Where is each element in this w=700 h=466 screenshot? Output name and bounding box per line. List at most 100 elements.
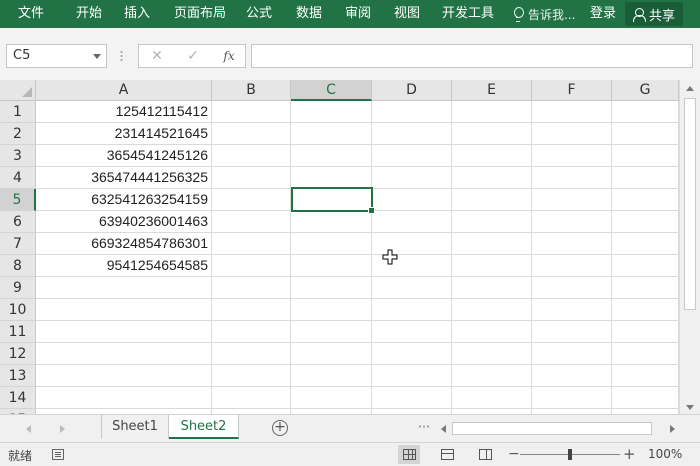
row-header-9[interactable]: 9 [0,277,36,299]
cell-g1[interactable] [612,101,679,123]
column-header-e[interactable]: E [452,80,532,101]
cell-a6[interactable]: 63940236001463 [36,211,212,233]
cell-e11[interactable] [452,321,532,343]
scroll-down-icon[interactable] [686,405,694,410]
tab-data[interactable]: 数据 [296,0,322,28]
zoom-out-button[interactable]: − [508,446,520,462]
cell-b9[interactable] [212,277,291,299]
cell-c9[interactable] [291,277,372,299]
cell-e12[interactable] [452,343,532,365]
cell-d14[interactable] [372,387,452,409]
cell-a3[interactable]: 3654541245126 [36,145,212,167]
cell-g6[interactable] [612,211,679,233]
tab-home[interactable]: 开始 [76,0,102,28]
cell-f14[interactable] [532,387,612,409]
cell-f13[interactable] [532,365,612,387]
cell-e3[interactable] [452,145,532,167]
page-layout-view-button[interactable] [436,445,458,464]
row-header-13[interactable]: 13 [0,365,36,387]
select-all-corner[interactable] [0,80,36,101]
cell-d2[interactable] [372,123,452,145]
spreadsheet-grid[interactable]: A B C D E F G 1 2 3 4 5 6 7 8 9 10 11 12… [0,80,700,414]
sign-in-link[interactable]: 登录 [590,0,616,28]
tell-me-search[interactable]: 告诉我... [512,0,575,28]
zoom-in-button[interactable]: + [623,445,636,463]
next-sheet-icon[interactable] [60,425,65,433]
cell-a1[interactable]: 125412115412 [36,101,212,123]
cell-e2[interactable] [452,123,532,145]
row-header-12[interactable]: 12 [0,343,36,365]
row-header-3[interactable]: 3 [0,145,36,167]
cell-a4[interactable]: 365474441256325 [36,167,212,189]
sheet-tab-sheet2[interactable]: Sheet2 [169,415,239,439]
cell-a10[interactable] [36,299,212,321]
sheet-tab-sheet1[interactable]: Sheet1 [101,415,169,439]
cell-d9[interactable] [372,277,452,299]
cell-a11[interactable] [36,321,212,343]
cell-d12[interactable] [372,343,452,365]
cell-c8[interactable] [291,255,372,277]
cell-b14[interactable] [212,387,291,409]
cell-e6[interactable] [452,211,532,233]
tab-view[interactable]: 视图 [394,0,420,28]
formula-input[interactable] [251,44,693,68]
tab-insert[interactable]: 插入 [124,0,150,28]
cell-c4[interactable] [291,167,372,189]
cell-a14[interactable] [36,387,212,409]
cell-g13[interactable] [612,365,679,387]
cell-b10[interactable] [212,299,291,321]
column-header-d[interactable]: D [372,80,452,101]
cell-a8[interactable]: 9541254654585 [36,255,212,277]
cell-b7[interactable] [212,233,291,255]
cell-e1[interactable] [452,101,532,123]
tab-file[interactable]: 文件 [18,0,44,28]
cell-e10[interactable] [452,299,532,321]
chevron-down-icon[interactable] [93,54,101,59]
cell-d1[interactable] [372,101,452,123]
cell-f9[interactable] [532,277,612,299]
cell-f12[interactable] [532,343,612,365]
cell-b3[interactable] [212,145,291,167]
cell-b8[interactable] [212,255,291,277]
cell-f2[interactable] [532,123,612,145]
cell-b12[interactable] [212,343,291,365]
row-header-4[interactable]: 4 [0,167,36,189]
cell-g8[interactable] [612,255,679,277]
vertical-scroll-thumb[interactable] [684,98,696,310]
cell-e7[interactable] [452,233,532,255]
horizontal-scroll-thumb[interactable] [452,422,652,435]
cell-c3[interactable] [291,145,372,167]
cell-c6[interactable] [291,211,372,233]
scroll-left-icon[interactable] [441,425,446,433]
row-header-8[interactable]: 8 [0,255,36,277]
tab-review[interactable]: 审阅 [345,0,371,28]
cell-f8[interactable] [532,255,612,277]
prev-sheet-icon[interactable] [26,425,31,433]
share-button[interactable]: 共享 [625,2,683,26]
cell-e13[interactable] [452,365,532,387]
tab-formulas[interactable]: 公式 [246,0,272,28]
add-sheet-button[interactable]: + [272,420,288,436]
insert-function-icon[interactable]: fx [217,45,241,67]
cell-e5[interactable] [452,189,532,211]
row-header-7[interactable]: 7 [0,233,36,255]
vertical-scrollbar[interactable] [679,80,700,414]
column-header-c[interactable]: C [291,80,372,101]
cell-a9[interactable] [36,277,212,299]
active-cell-c5[interactable] [291,187,375,214]
cell-c11[interactable] [291,321,372,343]
zoom-level[interactable]: 100% [648,447,682,461]
cell-g14[interactable] [612,387,679,409]
row-header-10[interactable]: 10 [0,299,36,321]
cell-f1[interactable] [532,101,612,123]
cell-g3[interactable] [612,145,679,167]
cell-b1[interactable] [212,101,291,123]
cell-d5[interactable] [372,189,452,211]
normal-view-button[interactable] [398,445,420,464]
cell-a13[interactable] [36,365,212,387]
cell-g7[interactable] [612,233,679,255]
cell-c2[interactable] [291,123,372,145]
cell-f6[interactable] [532,211,612,233]
cell-a12[interactable] [36,343,212,365]
cell-g10[interactable] [612,299,679,321]
